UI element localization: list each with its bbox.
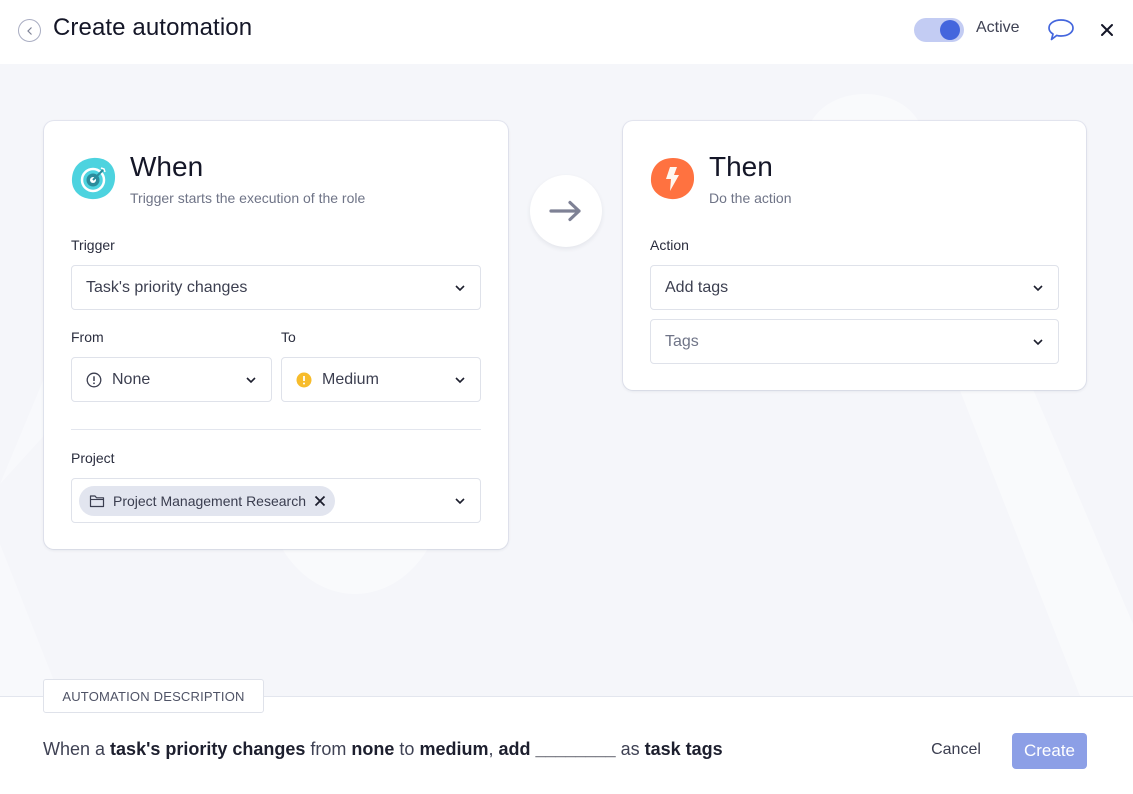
then-subtitle: Do the action (709, 190, 792, 206)
from-value: None (112, 370, 151, 388)
desc-from: none (351, 739, 395, 759)
lightning-icon (650, 158, 695, 200)
trigger-value: Task's priority changes (86, 278, 248, 296)
priority-medium-icon (296, 372, 312, 387)
chat-bubble-icon (1048, 19, 1074, 41)
desc-text-part: to (394, 739, 420, 759)
back-button[interactable] (18, 19, 41, 42)
section-divider (71, 429, 481, 430)
flow-arrow (530, 175, 602, 247)
to-value: Medium (322, 370, 379, 388)
tags-placeholder: Tags (665, 332, 699, 350)
desc-text-part: , (488, 739, 499, 759)
project-chip: Project Management Research (79, 485, 335, 516)
project-label: Project (71, 450, 115, 466)
from-label: From (71, 329, 104, 345)
active-toggle-label: Active (976, 19, 1020, 36)
chevron-down-icon (455, 377, 465, 384)
close-icon (1101, 24, 1113, 36)
chevron-left-icon (26, 26, 32, 35)
priority-none-icon (86, 372, 102, 387)
chevron-down-icon (455, 498, 465, 505)
page-title: Create automation (53, 14, 253, 41)
arrow-right-icon (549, 200, 581, 222)
to-label: To (281, 329, 296, 345)
when-subtitle: Trigger starts the execution of the role (130, 190, 366, 206)
cancel-button[interactable]: Cancel (920, 732, 992, 768)
tags-select[interactable]: Tags (650, 319, 1059, 364)
create-button[interactable]: Create (1012, 733, 1087, 769)
automation-description: When a task's priority changes from none… (43, 739, 723, 760)
to-select[interactable]: Medium (281, 357, 481, 402)
trigger-label: Trigger (71, 237, 115, 253)
project-chip-label: Project Management Research (113, 492, 306, 509)
automation-description-tab[interactable]: AUTOMATION DESCRIPTION (43, 679, 264, 713)
desc-target: task tags (644, 739, 723, 759)
project-select[interactable]: Project Management Research (71, 478, 481, 523)
desc-text-part: from (305, 739, 352, 759)
action-label: Action (650, 237, 689, 253)
action-value: Add tags (665, 278, 729, 296)
trigger-select[interactable]: Task's priority changes (71, 265, 481, 310)
action-select[interactable]: Add tags (650, 265, 1059, 310)
chevron-down-icon (455, 285, 465, 292)
then-title: Then (709, 151, 773, 182)
comments-button[interactable] (1047, 17, 1075, 43)
desc-action: add (498, 739, 531, 759)
desc-to: medium (419, 739, 489, 759)
folder-icon (89, 494, 105, 507)
desc-text-part: as (615, 739, 645, 759)
desc-trigger: task's priority changes (110, 739, 306, 759)
chevron-down-icon (1033, 339, 1043, 346)
desc-blank: ________ (535, 739, 616, 759)
target-icon (71, 157, 116, 200)
close-button[interactable] (1098, 21, 1116, 39)
header: Create automation Active (0, 0, 1133, 64)
desc-text-part: When a (43, 739, 111, 759)
chevron-down-icon (246, 377, 256, 384)
then-card: Then Do the action Action Add tags Tags (623, 121, 1086, 390)
when-title: When (130, 151, 204, 182)
active-toggle[interactable] (914, 18, 964, 42)
when-card: When Trigger starts the execution of the… (44, 121, 508, 549)
toggle-knob (940, 20, 960, 40)
from-select[interactable]: None (71, 357, 272, 402)
remove-chip-icon[interactable] (314, 495, 326, 507)
chevron-down-icon (1033, 285, 1043, 292)
automation-canvas: When Trigger starts the execution of the… (0, 64, 1133, 696)
